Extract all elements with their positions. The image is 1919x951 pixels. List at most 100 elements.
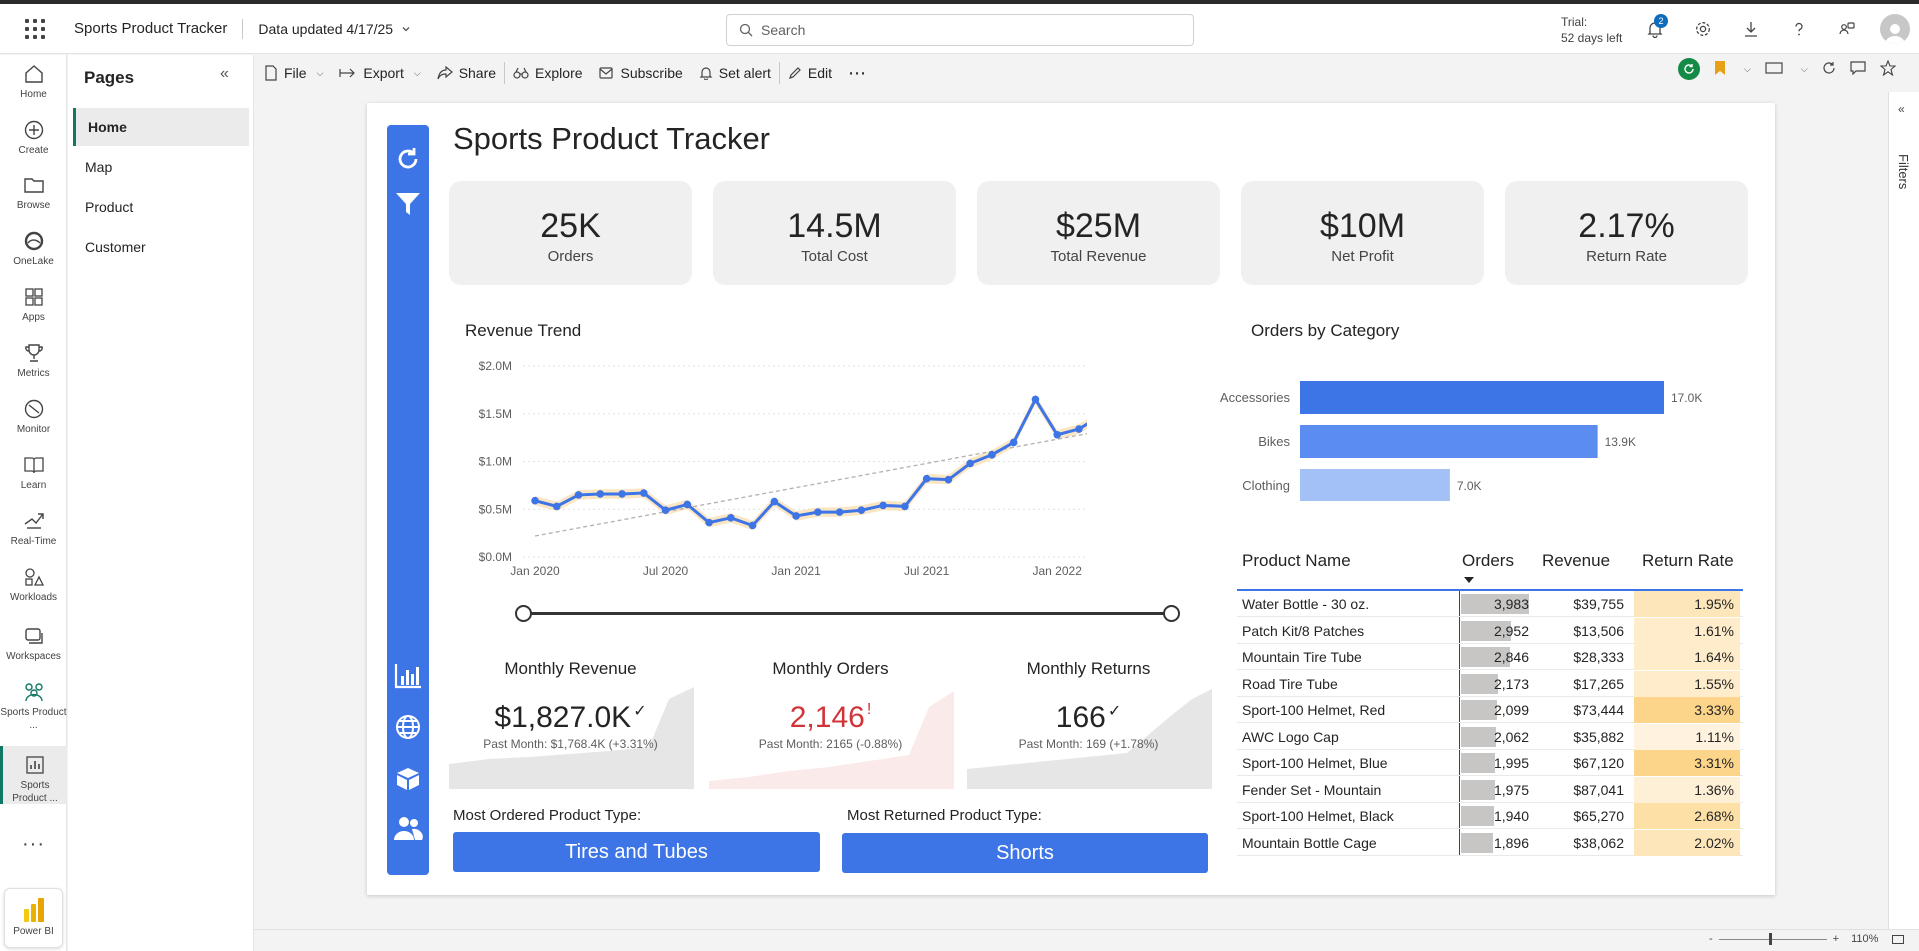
nav-customer-page[interactable] [387, 815, 429, 841]
rail-item-metrics[interactable]: Metrics [0, 342, 67, 380]
page-item-customer[interactable]: Customer [73, 228, 249, 266]
data-point[interactable] [944, 475, 953, 484]
expand-filters-icon[interactable]: « [1898, 102, 1905, 116]
table-row[interactable]: Road Tire Tube 2,173 $17,265 1.55% [1237, 670, 1743, 697]
rail-item-create[interactable]: Create [0, 119, 67, 157]
category-bar[interactable] [1300, 381, 1664, 414]
data-point[interactable] [879, 501, 887, 510]
rail-item-onelake[interactable]: OneLake [0, 230, 67, 268]
table-row[interactable]: Fender Set - Mountain 1,975 $87,041 1.36% [1237, 776, 1743, 803]
app-launcher-icon[interactable] [21, 15, 49, 43]
reset-button[interactable] [387, 145, 429, 173]
sort-descending-icon[interactable] [1464, 577, 1474, 583]
page-item-home[interactable]: Home [73, 108, 249, 146]
data-point[interactable] [792, 512, 800, 520]
date-range-slider[interactable] [515, 605, 1180, 622]
table-row[interactable]: Patch Kit/8 Patches 2,952 $13,506 1.61% [1237, 617, 1743, 644]
rail-item-monitor[interactable]: Monitor [0, 398, 67, 436]
most-ordered-value[interactable]: Tires and Tubes [453, 832, 820, 872]
filters-pane-collapsed[interactable]: « Filters [1888, 92, 1919, 929]
app-title[interactable]: Sports Product Tracker [74, 20, 227, 37]
file-menu-button[interactable]: File ⌵ [256, 58, 331, 88]
set-alert-button[interactable]: Set alert [691, 58, 779, 88]
kpi-card-orders[interactable]: 25K Orders [449, 181, 692, 285]
monthly-card-monthly-returns[interactable]: Monthly Returns 166 ✓ Past Month: 169 (+1.7… [967, 659, 1212, 789]
range-end-handle[interactable] [1163, 605, 1180, 622]
table-row[interactable]: AWC Logo Cap 2,062 $35,882 1.11% [1237, 723, 1743, 750]
rail-item-learn[interactable]: Learn [0, 454, 67, 492]
data-point[interactable] [1031, 395, 1040, 404]
data-point[interactable] [770, 497, 779, 506]
rail-item-[interactable]: ··· [0, 833, 67, 856]
rail-item-browse[interactable]: Browse [0, 174, 67, 212]
rail-item-workloads[interactable]: Workloads [0, 566, 67, 604]
more-options-button[interactable]: ⋯ [840, 58, 875, 88]
data-point[interactable] [574, 491, 583, 499]
rail-item-power-bi[interactable]: Power BI [0, 888, 67, 948]
view-icon[interactable] [1765, 61, 1783, 78]
data-point[interactable] [1053, 430, 1062, 439]
rail-item-home[interactable]: Home [0, 63, 67, 101]
rail-item-real-time[interactable]: Real-Time [0, 510, 67, 548]
nav-home-page[interactable] [387, 663, 429, 689]
kpi-card-total-revenue[interactable]: $25M Total Revenue [977, 181, 1220, 285]
rail-item-apps[interactable]: Apps [0, 286, 67, 324]
monthly-card-monthly-revenue[interactable]: Monthly Revenue $1,827.0K ✓ Past Month: $1,… [449, 659, 694, 789]
data-point[interactable] [966, 459, 974, 468]
most-returned-value[interactable]: Shorts [842, 833, 1208, 873]
collapse-pages-icon[interactable]: « [220, 65, 229, 83]
export-menu-button[interactable]: Export ⌵ [331, 58, 428, 88]
data-point[interactable] [835, 508, 844, 516]
data-point[interactable] [705, 518, 713, 527]
kpi-card-total-cost[interactable]: 14.5M Total Cost [713, 181, 956, 285]
account-button[interactable] [1871, 5, 1919, 53]
download-button[interactable] [1727, 5, 1775, 53]
data-point[interactable] [552, 502, 561, 511]
table-row[interactable]: Mountain Tire Tube 2,846 $28,333 1.64% [1237, 644, 1743, 670]
data-point[interactable] [748, 521, 757, 530]
data-point[interactable] [618, 490, 626, 498]
data-point[interactable] [596, 490, 605, 498]
zoom-level[interactable]: 110% [1851, 933, 1878, 945]
favorite-star-icon[interactable] [1879, 59, 1897, 79]
rail-item-sports-product[interactable]: Sports Product ... [0, 746, 67, 804]
data-point[interactable] [814, 508, 822, 516]
data-point[interactable] [1009, 438, 1018, 447]
edit-button[interactable]: Edit [780, 58, 840, 88]
table-row[interactable]: Sport-100 Helmet, Black 1,940 $65,270 2.68% [1237, 803, 1743, 829]
data-point[interactable] [531, 496, 539, 505]
data-point[interactable] [922, 474, 931, 483]
nav-product-page[interactable] [387, 765, 429, 791]
range-start-handle[interactable] [515, 605, 532, 622]
chevron-down-icon[interactable]: ⌵ [1744, 64, 1751, 75]
feedback-button[interactable] [1823, 5, 1871, 53]
page-item-map[interactable]: Map [73, 148, 249, 186]
comment-icon[interactable] [1850, 60, 1866, 78]
column-header-product-name[interactable]: Product Name [1242, 551, 1351, 571]
share-button[interactable]: Share [429, 58, 504, 88]
bookmark-icon[interactable] [1714, 60, 1726, 79]
kpi-card-return-rate[interactable]: 2.17% Return Rate [1505, 181, 1748, 285]
page-item-product[interactable]: Product [73, 188, 249, 226]
notifications-button[interactable]: 2 [1631, 5, 1679, 53]
trial-status[interactable]: Trial: 52 days left [1561, 14, 1622, 46]
table-row[interactable]: Mountain Bottle Cage 1,896 $38,062 2.02% [1237, 829, 1743, 856]
refresh-status-icon[interactable] [1678, 58, 1700, 80]
data-point[interactable] [639, 489, 648, 497]
rail-item-workspaces[interactable]: Workspaces [0, 625, 67, 663]
kpi-card-net-profit[interactable]: $10M Net Profit [1241, 181, 1484, 285]
zoom-slider[interactable] [1718, 932, 1827, 945]
nav-map-page[interactable] [387, 714, 429, 740]
data-point[interactable] [857, 506, 866, 515]
subscribe-button[interactable]: Subscribe [591, 58, 691, 88]
chevron-down-icon[interactable]: ⌵ [1801, 64, 1808, 75]
category-bar[interactable] [1300, 425, 1598, 458]
filter-button[interactable] [387, 191, 429, 217]
fit-to-page-icon[interactable] [1892, 934, 1905, 944]
zoom-in-button[interactable]: + [1833, 933, 1839, 945]
column-header-return-rate[interactable]: Return Rate [1642, 551, 1734, 571]
monthly-card-monthly-orders[interactable]: Monthly Orders 2,146! Past Month: 2165 (-0… [709, 659, 954, 789]
data-point[interactable] [988, 451, 996, 459]
data-point[interactable] [1075, 425, 1083, 433]
help-button[interactable] [1775, 5, 1823, 53]
